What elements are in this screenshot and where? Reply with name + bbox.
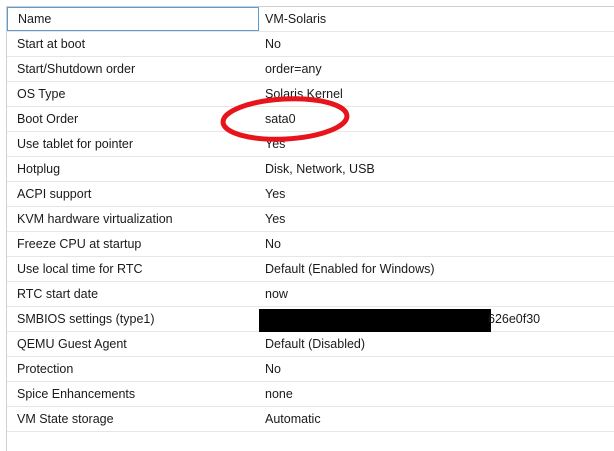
- option-key: KVM hardware virtualization: [17, 212, 173, 226]
- option-value: No: [265, 362, 281, 376]
- option-key: Freeze CPU at startup: [17, 237, 142, 251]
- option-key: OS Type: [17, 87, 66, 101]
- redaction-box: [259, 309, 491, 332]
- options-row-rtc-start-date[interactable]: RTC start date now: [7, 282, 614, 307]
- option-key: Name: [7, 7, 259, 31]
- options-row-qemu-agent[interactable]: QEMU Guest Agent Default (Disabled): [7, 332, 614, 357]
- options-row-smbios[interactable]: SMBIOS settings (type1) 626e0f30: [7, 307, 614, 332]
- option-value: order=any: [265, 62, 322, 76]
- option-value: VM-Solaris: [265, 12, 327, 26]
- option-key: RTC start date: [17, 287, 99, 301]
- vm-options-grid: Name VM-Solaris Start at boot No Start/S…: [6, 6, 614, 451]
- options-row-start-shutdown-order[interactable]: Start/Shutdown order order=any: [7, 57, 614, 82]
- option-value: none: [265, 387, 293, 401]
- option-key: Hotplug: [17, 162, 61, 176]
- option-key: Start at boot: [17, 37, 86, 51]
- options-row-spice[interactable]: Spice Enhancements none: [7, 382, 614, 407]
- option-key: SMBIOS settings (type1): [17, 312, 155, 326]
- options-row-os-type[interactable]: OS Type Solaris Kernel: [7, 82, 614, 107]
- options-row-vm-state-storage[interactable]: VM State storage Automatic: [7, 407, 614, 432]
- option-value: Yes: [265, 212, 286, 226]
- option-key: QEMU Guest Agent: [17, 337, 127, 351]
- options-row-start-at-boot[interactable]: Start at boot No: [7, 32, 614, 57]
- option-value: Solaris Kernel: [265, 87, 343, 101]
- option-key: Use tablet for pointer: [17, 137, 134, 151]
- option-key: ACPI support: [17, 187, 92, 201]
- options-row-boot-order[interactable]: Boot Order sata0: [7, 107, 614, 132]
- options-row-name[interactable]: Name VM-Solaris: [7, 7, 614, 32]
- option-value: No: [265, 237, 281, 251]
- option-value: Yes: [265, 187, 286, 201]
- option-value: Default (Disabled): [265, 337, 366, 351]
- option-value: Yes: [265, 137, 286, 151]
- option-key: Boot Order: [17, 112, 79, 126]
- options-row-use-tablet[interactable]: Use tablet for pointer Yes: [7, 132, 614, 157]
- option-value: sata0: [265, 112, 296, 126]
- options-row-kvm-virtualization[interactable]: KVM hardware virtualization Yes: [7, 207, 614, 232]
- option-value: No: [265, 37, 281, 51]
- option-key: VM State storage: [17, 412, 114, 426]
- option-key: Start/Shutdown order: [17, 62, 136, 76]
- options-row-local-time-rtc[interactable]: Use local time for RTC Default (Enabled …: [7, 257, 614, 282]
- options-row-freeze-cpu[interactable]: Freeze CPU at startup No: [7, 232, 614, 257]
- option-key: Use local time for RTC: [17, 262, 143, 276]
- options-row-hotplug[interactable]: Hotplug Disk, Network, USB: [7, 157, 614, 182]
- option-value: 626e0f30: [259, 307, 614, 332]
- option-value: Automatic: [265, 412, 321, 426]
- smbios-uuid-suffix: 626e0f30: [488, 312, 541, 326]
- option-key: Protection: [17, 362, 74, 376]
- option-value: Default (Enabled for Windows): [265, 262, 435, 276]
- options-row-protection[interactable]: Protection No: [7, 357, 614, 382]
- option-value: Disk, Network, USB: [265, 162, 375, 176]
- option-key: Spice Enhancements: [17, 387, 136, 401]
- options-row-acpi-support[interactable]: ACPI support Yes: [7, 182, 614, 207]
- option-value: now: [265, 287, 288, 301]
